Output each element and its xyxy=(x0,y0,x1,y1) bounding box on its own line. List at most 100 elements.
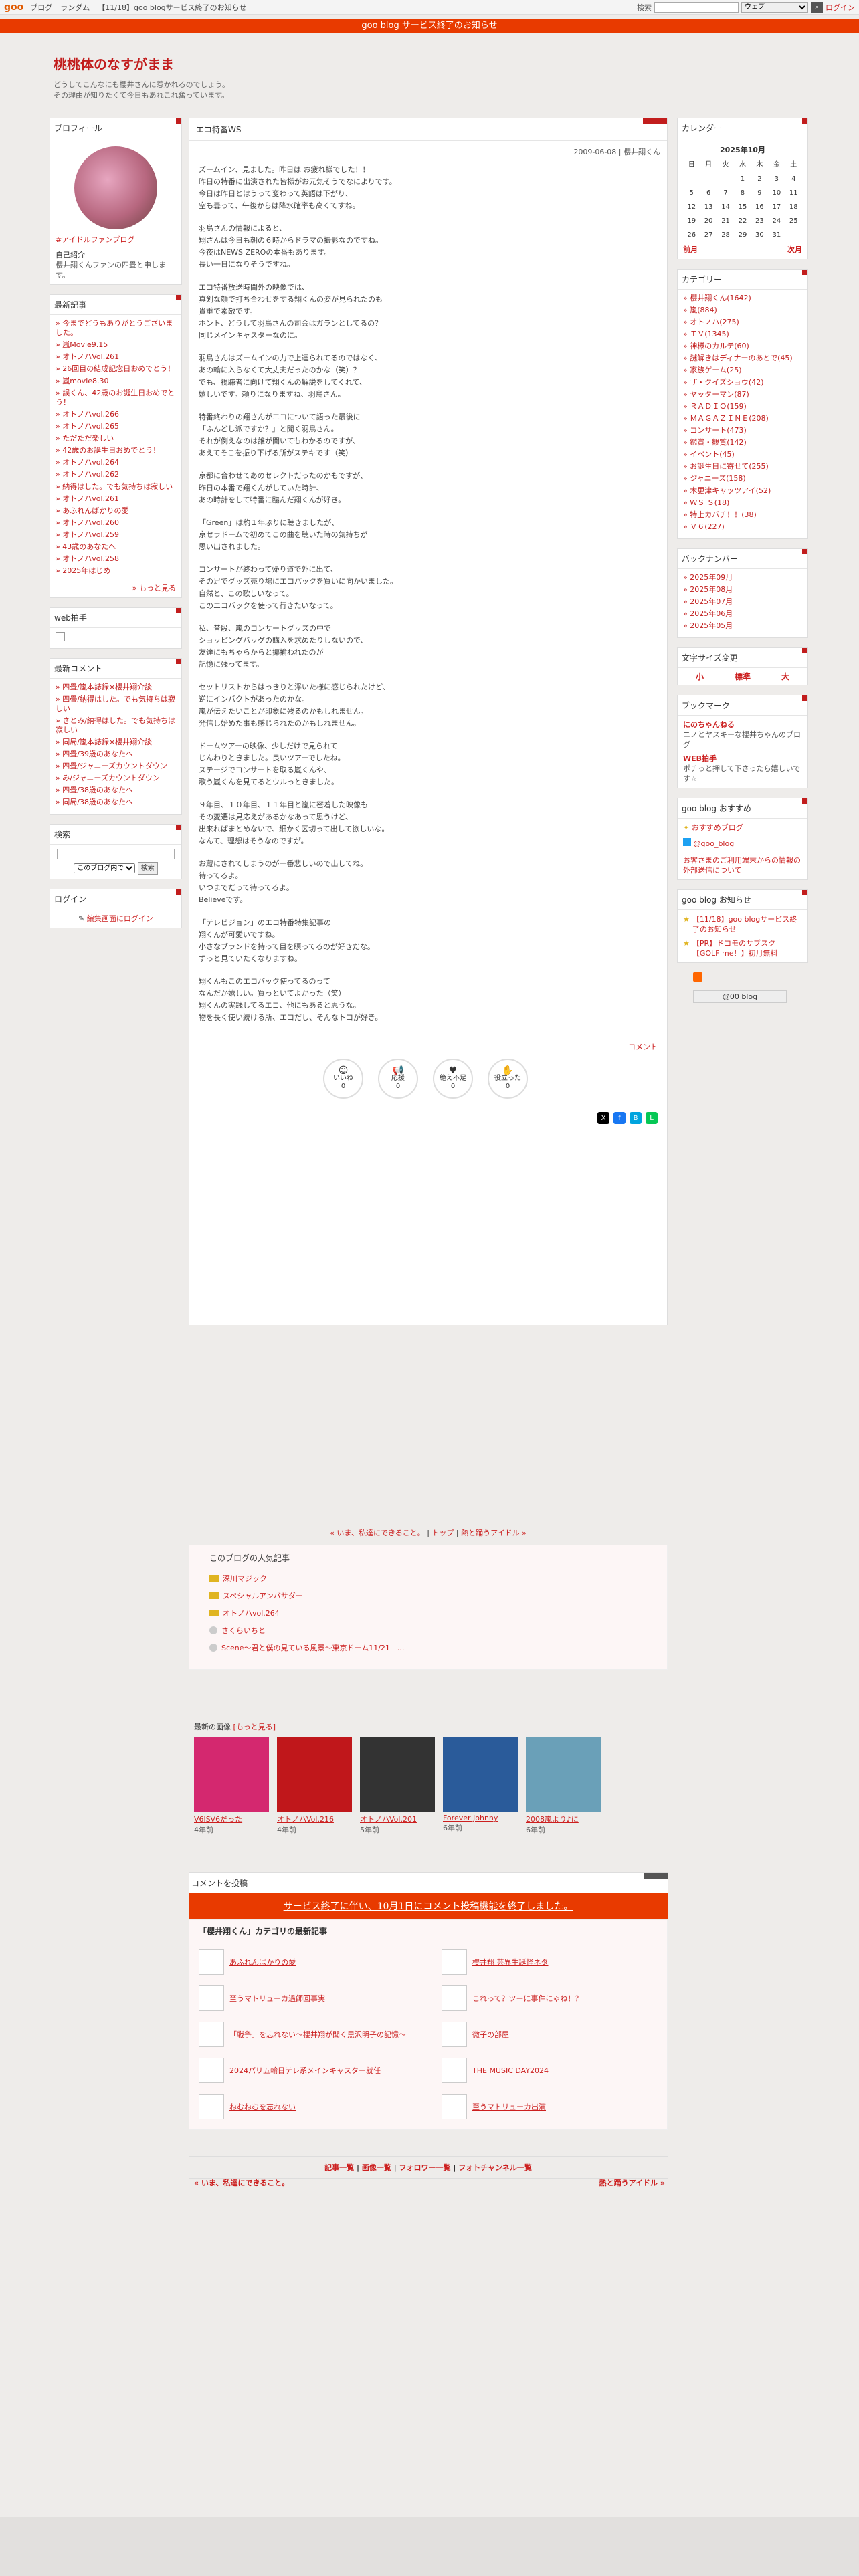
recent-item-link[interactable]: 26回目の結成記念日おめでとう！ xyxy=(62,364,175,373)
topbar-link-blog[interactable]: ブログ xyxy=(30,2,52,13)
recent-more-link[interactable]: » もっと見る xyxy=(132,584,176,593)
comment-item-link[interactable]: さとみ/納得はした。でも気持ちは寂しい xyxy=(56,716,175,734)
backnumber-item-link[interactable]: 2025年09月 xyxy=(690,573,733,582)
topbar-link-random[interactable]: ランダム xyxy=(60,2,90,13)
thumb-title-link[interactable]: オトノハVol.216 xyxy=(277,1814,352,1824)
popular-item-link[interactable]: さくらいちと xyxy=(221,1625,266,1636)
placeholder-image-icon[interactable] xyxy=(199,2058,224,2083)
line-share-icon[interactable]: L xyxy=(646,1112,658,1124)
search-scope-select[interactable]: ウェブ xyxy=(741,1,808,13)
category-latest-link[interactable]: 微子の部屋 xyxy=(472,2029,509,2040)
search-input[interactable] xyxy=(654,1,739,13)
placeholder-image-icon[interactable] xyxy=(442,2022,467,2047)
next-article-link[interactable]: 熱と踊うアイドル » xyxy=(461,1529,527,1537)
category-item-link[interactable]: 神様のカルテ(60) xyxy=(690,342,749,350)
recent-item-link[interactable]: オトノハvol.266 xyxy=(62,410,119,419)
popular-item-link[interactable]: 深川マジック xyxy=(223,1573,267,1584)
category-item-link[interactable]: 家族ゲーム(25) xyxy=(690,366,741,374)
category-item-link[interactable]: お誕生日に寄せて(255) xyxy=(690,462,769,471)
goo-logo[interactable]: goo xyxy=(4,2,23,13)
thumb-image[interactable] xyxy=(277,1737,352,1812)
comment-item-link[interactable]: 四畳/納得はした。でも気持ちは寂しい xyxy=(56,695,175,713)
placeholder-image-icon[interactable] xyxy=(199,2022,224,2047)
bookmark-link-0[interactable]: にのちゃんねる xyxy=(683,720,802,730)
thumb-image[interactable] xyxy=(526,1737,601,1812)
reaction-button[interactable]: 📢 応援 0 xyxy=(378,1059,418,1099)
recent-item-link[interactable]: ただただ楽しい xyxy=(62,434,114,443)
thumb-title-link[interactable]: Forever Johnny xyxy=(443,1814,518,1822)
comment-item-link[interactable]: 四畳/38歳のあなたへ xyxy=(62,786,133,794)
photo-channel-link[interactable]: フォトチャンネル一覧 xyxy=(458,2163,532,2172)
comment-item-link[interactable]: 四畳/39歳のあなたへ xyxy=(62,750,133,758)
all-posts-link[interactable]: 記事一覧 xyxy=(324,2163,354,2172)
recent-item-link[interactable]: 43歳のあなたへ xyxy=(62,542,116,551)
comment-item-link[interactable]: 同局/嵐本誌録×櫻井翔介談 xyxy=(62,738,152,746)
recommend-blog-link[interactable]: おすすめブログ xyxy=(692,823,743,832)
blog-search-button[interactable]: 検索 xyxy=(137,862,158,875)
prev-article-link[interactable]: « いま、私達にできること。 xyxy=(330,1529,425,1537)
blog-title[interactable]: 桃桃体のなすがまま xyxy=(54,53,803,73)
recent-item-link[interactable]: オトノハvol.259 xyxy=(62,530,119,539)
recent-item-link[interactable]: あふれんばかりの愛 xyxy=(62,506,128,515)
thumb-image[interactable] xyxy=(443,1737,518,1812)
backnumber-item-link[interactable]: 2025年06月 xyxy=(690,609,733,618)
reaction-button[interactable]: ♥ 絶え不足 0 xyxy=(433,1059,473,1099)
comment-end-notice[interactable]: サービス終了に伴い、10月1日にコメント投稿機能を終了しました。 xyxy=(189,1893,668,1919)
external-transmission-link[interactable]: お客さまのご利用端末からの情報の外部送信について xyxy=(683,856,801,875)
placeholder-image-icon[interactable] xyxy=(442,1985,467,2011)
placeholder-image-icon[interactable] xyxy=(199,2094,224,2119)
recent-item-link[interactable]: 42歳のお誕生日おめでとう！ xyxy=(62,446,160,455)
fontsize-large[interactable]: 大 xyxy=(781,671,789,682)
thumb-image[interactable] xyxy=(194,1737,269,1812)
category-item-link[interactable]: ザ・クイズショウ(42) xyxy=(690,378,763,387)
facebook-share-icon[interactable]: f xyxy=(613,1112,626,1124)
recent-item-link[interactable]: 誤くん、42歳のお誕生日おめでとう！ xyxy=(56,389,175,407)
placeholder-image-icon[interactable] xyxy=(199,1949,224,1975)
bookmark-link-1[interactable]: WEB拍手 xyxy=(683,754,802,764)
category-latest-link[interactable]: 2024パリ五輪日テレ系メインキャスター就任 xyxy=(229,2065,381,2076)
category-item-link[interactable]: 嵐(884) xyxy=(690,306,717,314)
goo-twitter-link[interactable]: @goo_blog xyxy=(694,839,735,848)
thumb-title-link[interactable]: オトノハVol.201 xyxy=(360,1814,435,1824)
goo-notice-link-1[interactable]: 【PR】ドコモのサブスク【GOLF me！】初月無料 xyxy=(692,938,802,958)
topbar-link-notice[interactable]: 【11/18】goo blogサービス終了のお知らせ xyxy=(98,2,246,13)
edit-login-link[interactable]: 編集画面にログイン xyxy=(87,914,153,923)
category-item-link[interactable]: 木更津キャッツアイ(52) xyxy=(690,486,771,495)
category-item-link[interactable]: オトノハ(275) xyxy=(690,318,739,326)
recent-item-link[interactable]: 2025年はじめ xyxy=(62,566,110,575)
comment-item-link[interactable]: 四畳/嵐本誌録×櫻井翔介談 xyxy=(62,683,152,691)
backnumber-item-link[interactable]: 2025年05月 xyxy=(690,621,733,630)
recent-item-link[interactable]: オトノハvol.261 xyxy=(62,494,119,503)
reaction-button[interactable]: ☺ いいね 0 xyxy=(323,1059,363,1099)
search-icon[interactable]: ⌕ xyxy=(811,1,823,13)
bottom-prev-link[interactable]: « いま、私達にできること。 xyxy=(194,2177,289,2188)
placeholder-image-icon[interactable] xyxy=(442,1949,467,1975)
category-item-link[interactable]: イベント(45) xyxy=(690,450,735,459)
popular-item-link[interactable]: Scene〜君と僕の見ている風景〜東京ドーム11/21 ... xyxy=(221,1642,404,1653)
blog-search-scope[interactable]: このブログ内で xyxy=(74,863,136,873)
recent-item-link[interactable]: オトノハvol.260 xyxy=(62,518,119,527)
login-link[interactable]: ログイン xyxy=(826,2,855,13)
category-item-link[interactable]: 鑑賞・観覧(142) xyxy=(690,438,747,447)
category-item-link[interactable]: コンサート(473) xyxy=(690,426,747,435)
comment-item-link[interactable]: 四畳/ジャニーズカウントダウン xyxy=(62,762,167,770)
placeholder-image-icon[interactable] xyxy=(199,1985,224,2011)
calendar-next-link[interactable]: 次月 xyxy=(787,245,802,255)
thumb-image[interactable] xyxy=(360,1737,435,1812)
recent-item-link[interactable]: 嵐Movie9.15 xyxy=(62,340,108,349)
category-latest-link[interactable]: 櫻井翔 芸界生誕怪ネタ xyxy=(472,1957,549,1967)
category-item-link[interactable]: Ｖ６(227) xyxy=(690,522,725,531)
reaction-button[interactable]: ✋ 役立った 0 xyxy=(488,1059,528,1099)
recent-item-link[interactable]: オトノハvol.264 xyxy=(62,458,119,467)
popular-item-link[interactable]: スペシャルアンバサダー xyxy=(223,1590,303,1601)
backnumber-item-link[interactable]: 2025年07月 xyxy=(690,597,733,606)
category-latest-link[interactable]: THE MUSIC DAY2024 xyxy=(472,2066,549,2075)
popular-item-link[interactable]: オトノハvol.264 xyxy=(223,1608,280,1618)
recent-item-link[interactable]: オトノハVol.261 xyxy=(62,352,119,361)
category-item-link[interactable]: 謎解きはディナーのあとで(45) xyxy=(690,354,792,362)
category-latest-link[interactable]: 至うマトリューカ過師回事実 xyxy=(229,1993,325,2004)
goo-notice-link-0[interactable]: 【11/18】goo blogサービス終了のお知らせ xyxy=(692,914,802,934)
hatena-share-icon[interactable]: B xyxy=(630,1112,642,1124)
article-title[interactable]: エコ特番WS xyxy=(189,118,667,141)
category-item-link[interactable]: ヤッターマン(87) xyxy=(690,390,749,399)
